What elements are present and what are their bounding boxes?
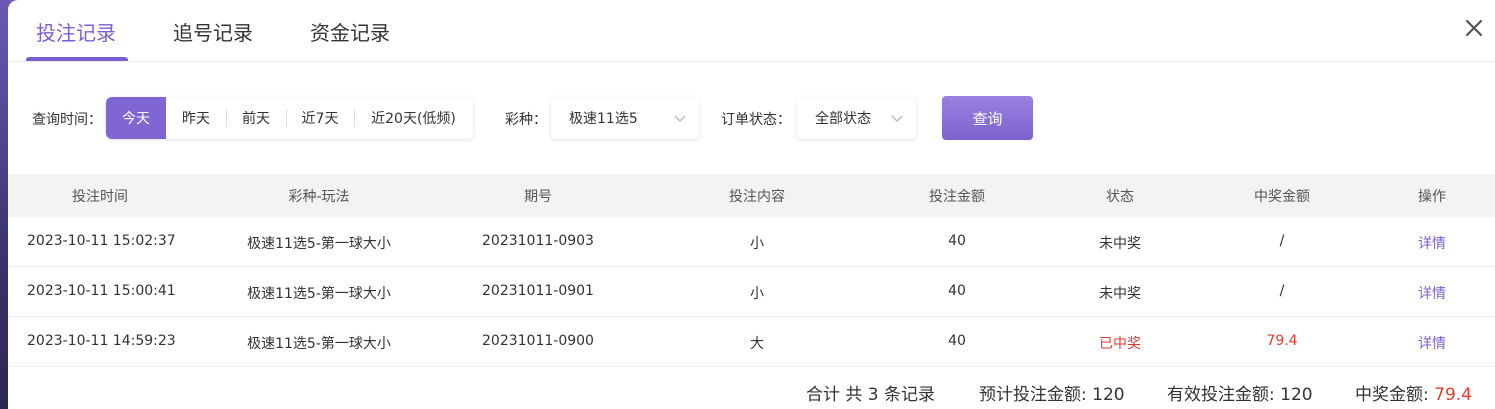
tab-chase-records[interactable]: 追号记录 [173,17,253,46]
tab-bet-records[interactable]: 投注记录 [36,17,116,46]
active-tab-indicator [26,57,128,61]
table-header: 投注时间 彩种-玩法 期号 投注内容 投注金额 状态 中奖金额 操作 [8,174,1495,217]
column-header: 彩种-玩法 [288,189,350,205]
lottery-select[interactable]: 极速11选5 [551,97,699,139]
bet-amount: 40 [948,283,966,299]
order-status-label: 订单状态： [721,112,791,128]
bet-content: 大 [750,336,764,352]
column-header: 投注金额 [929,189,985,205]
column-header: 期号 [524,189,552,205]
table-row: 2023-10-11 15:02:37 极速11选5-第一球大小 2023101… [8,217,1495,267]
details-link[interactable]: 详情 [1418,283,1446,303]
bet-time: 2023-10-11 15:00:41 [27,283,176,299]
time-option-day-before[interactable]: 前天 [226,97,286,139]
bet-records-dialog: 投注记录 追号记录 资金记录 查询时间： 今天 昨天 前天 近7天 近20天(低… [8,0,1495,409]
close-button[interactable] [1460,14,1488,42]
valid-bet-value: 120 [1280,385,1313,405]
issue-number: 20231011-0900 [482,333,594,349]
issue-number: 20231011-0903 [482,233,594,249]
win-amount: / [1279,233,1285,249]
table-row: 2023-10-11 15:00:41 极速11选5-第一球大小 2023101… [8,267,1495,317]
lottery-play: 极速11选5-第一球大小 [247,286,391,302]
lottery-play: 极速11选5-第一球大小 [247,336,391,352]
chevron-down-icon [891,115,903,122]
tab-fund-records[interactable]: 资金记录 [310,17,390,46]
bet-status: 已中奖 [1099,336,1141,352]
bet-amount: 40 [948,333,966,349]
bet-time: 2023-10-11 15:02:37 [27,233,176,249]
win-total-value: 79.4 [1434,385,1472,405]
bet-time: 2023-10-11 14:59:23 [27,333,176,349]
bet-status: 未中奖 [1099,286,1141,302]
table-row: 2023-10-11 14:59:23 极速11选5-第一球大小 2023101… [8,317,1495,367]
win-amount: 79.4 [1266,333,1298,349]
close-icon [1465,19,1483,37]
column-header: 投注内容 [729,189,785,205]
time-option-today[interactable]: 今天 [106,97,166,139]
lottery-label: 彩种： [505,112,547,128]
details-link[interactable]: 详情 [1418,233,1446,253]
order-status-select-value: 全部状态 [815,111,871,127]
time-filter-label: 查询时间： [32,112,102,128]
expected-bet-value: 120 [1092,385,1125,405]
bet-content: 小 [750,236,764,252]
column-header: 操作 [1418,189,1446,205]
win-total-label: 中奖金额: [1355,385,1429,405]
valid-bet-total: 有效投注金额: 120 [1167,380,1313,405]
bet-amount: 40 [948,233,966,249]
column-header: 中奖金额 [1254,189,1310,205]
issue-number: 20231011-0901 [482,283,594,299]
chevron-down-icon [674,115,686,122]
bet-status: 未中奖 [1099,236,1141,252]
lottery-play: 极速11选5-第一球大小 [247,236,391,252]
query-button[interactable]: 查询 [942,96,1033,140]
valid-bet-label: 有效投注金额: [1167,385,1275,405]
lottery-select-value: 极速11选5 [569,111,638,127]
details-link[interactable]: 详情 [1418,333,1446,353]
bet-content: 小 [750,286,764,302]
time-range-selector: 今天 昨天 前天 近7天 近20天(低频) [106,97,473,139]
time-option-yesterday[interactable]: 昨天 [166,97,226,139]
time-option-7-days[interactable]: 近7天 [286,97,354,139]
win-total: 中奖金额: 79.4 [1355,380,1472,405]
column-header: 投注时间 [72,189,128,205]
record-count: 合计 共 3 条记录 [806,385,936,405]
expected-bet-total: 预计投注金额: 120 [979,380,1125,405]
win-amount: / [1279,283,1285,299]
time-option-20-days[interactable]: 近20天(低频) [354,97,473,139]
order-status-select[interactable]: 全部状态 [797,97,916,139]
column-header: 状态 [1106,189,1134,205]
expected-bet-label: 预计投注金额: [979,385,1087,405]
tab-bar: 投注记录 追号记录 资金记录 [8,0,1495,62]
